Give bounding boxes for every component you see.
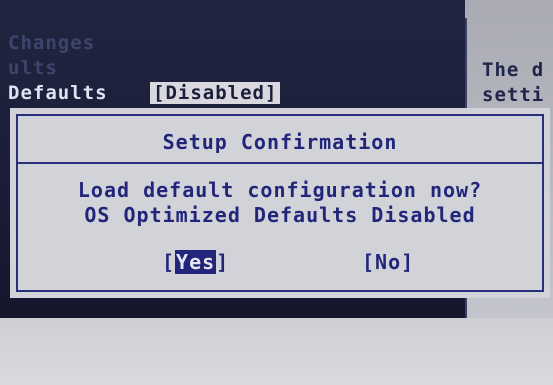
menu-item-os-optimized-defaults: Defaults bbox=[8, 82, 108, 104]
menu-item-load-defaults: ults bbox=[8, 57, 58, 79]
bottom-area bbox=[0, 318, 553, 385]
help-text-line-2: setti bbox=[482, 84, 545, 106]
yes-bracket-open: [ bbox=[162, 250, 176, 274]
dialog-title: Setup Confirmation bbox=[162, 130, 398, 154]
yes-bracket-close: ] bbox=[216, 250, 230, 274]
yes-button-label: Yes bbox=[175, 250, 217, 274]
dialog-message-line-1: Load default configuration now? bbox=[77, 178, 483, 202]
menu-item-save-changes: Changes bbox=[8, 32, 96, 54]
setup-confirmation-dialog: Setup Confirmation Load default configur… bbox=[10, 108, 550, 298]
yes-button[interactable]: [Yes] bbox=[162, 250, 229, 274]
help-text-line-1: The d bbox=[482, 59, 545, 81]
no-button[interactable]: [No] bbox=[362, 250, 414, 274]
dialog-message-line-2: OS Optimized Defaults Disabled bbox=[84, 203, 476, 227]
dialog-title-separator bbox=[16, 162, 544, 164]
os-optimized-defaults-value[interactable]: [Disabled] bbox=[150, 82, 281, 104]
